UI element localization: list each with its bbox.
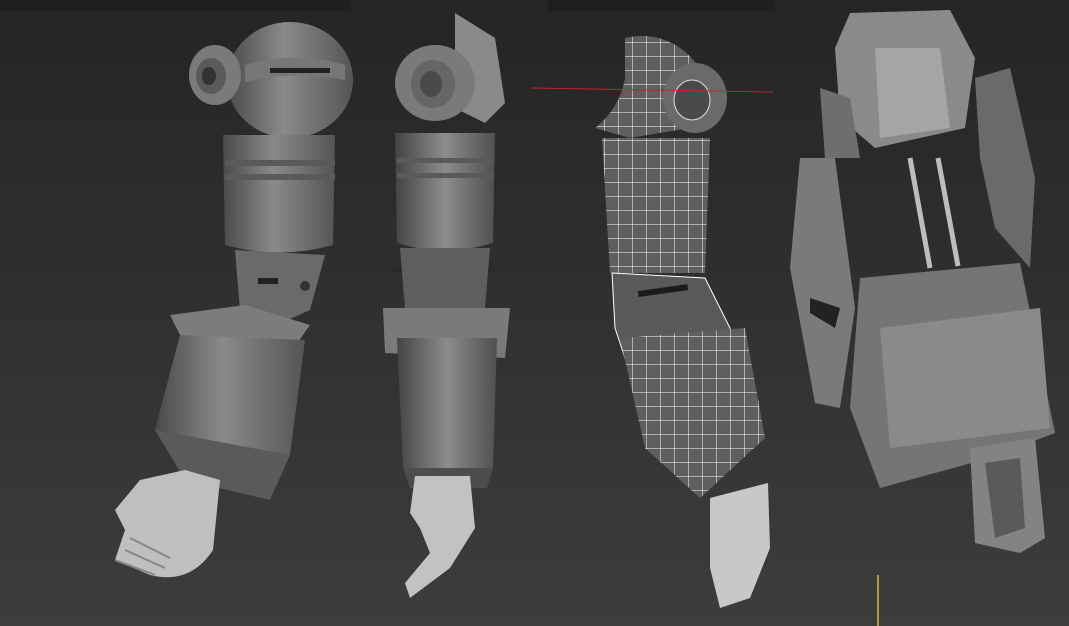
cursor-guide-line: [877, 575, 879, 626]
robot-arm-perspective-view[interactable]: [95, 10, 365, 600]
robot-arm-side-view[interactable]: [375, 8, 525, 603]
robot-arm-wireframe-view[interactable]: [590, 28, 775, 613]
viewport-header-strip: [548, 0, 774, 11]
horizon-guide-line: [531, 87, 774, 93]
3d-viewport[interactable]: [0, 0, 1069, 626]
robot-shoulder-armor-view[interactable]: [780, 8, 1065, 568]
